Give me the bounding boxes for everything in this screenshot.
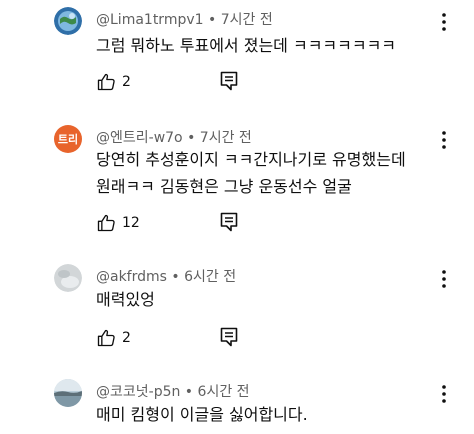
like-count: 2 <box>122 74 131 90</box>
author-name[interactable]: @akfrdms <box>96 269 167 285</box>
comment-line: 매미 킴형이 이글을 싫어합니다. <box>96 405 308 424</box>
comment-line: 그럼 뭐하노 투표에서 졌는데 ㅋㅋㅋㅋㅋㅋㅋ <box>96 36 397 55</box>
timestamp[interactable]: 7시간 전 <box>221 12 273 28</box>
grey-photo-avatar-icon <box>54 264 82 292</box>
reply-comment-icon <box>220 212 238 232</box>
avatar[interactable]: 트리 <box>54 125 82 153</box>
like-button[interactable]: 12 <box>96 213 142 233</box>
comment-text: 그럼 뭐하노 투표에서 졌는데 ㅋㅋㅋㅋㅋㅋㅋ <box>96 32 396 59</box>
comment-actions: 12 <box>96 211 436 235</box>
comment-line: 당연히 추성훈이지 ㅋㅋ간지나기로 유명했는데 <box>96 150 406 169</box>
reply-button[interactable] <box>219 326 239 352</box>
more-vert-icon[interactable] <box>438 383 450 405</box>
like-button[interactable]: 2 <box>96 328 142 348</box>
comment-actions: 2 <box>96 326 436 350</box>
avatar[interactable] <box>54 379 82 407</box>
author-name[interactable]: @Lima1trmpv1 <box>96 12 204 28</box>
like-count: 12 <box>122 215 140 231</box>
author-name[interactable]: @코코넛-p5n <box>96 384 180 400</box>
meta-separator: • <box>182 130 200 146</box>
comment-text: 매력있엉 <box>96 286 155 313</box>
thumbs-up-icon <box>97 73 115 91</box>
reply-button[interactable] <box>219 211 239 237</box>
meta-separator: • <box>203 12 221 28</box>
like-count: 2 <box>122 330 131 346</box>
reply-comment-icon <box>220 71 238 91</box>
comment-meta: @코코넛-p5n • 6시간 전 <box>96 381 250 401</box>
timestamp[interactable]: 6시간 전 <box>184 269 236 285</box>
comment-actions: 2 <box>96 70 436 94</box>
landscape-photo-avatar-icon <box>54 379 82 407</box>
comment-1: @Lima1trmpv1 • 7시간 전 그럼 뭐하노 투표에서 졌는데 ㅋㅋㅋ… <box>0 0 474 110</box>
comment-text: 매미 킴형이 이글을 싫어합니다. <box>96 401 308 428</box>
meta-separator: • <box>180 384 198 400</box>
thumbs-up-icon <box>97 214 115 232</box>
comment-line: 매력있엉 <box>96 290 155 309</box>
comment-2: 트리 @엔트리-w7o • 7시간 전 당연히 추성훈이지 ㅋㅋ간지나기로 유명… <box>0 118 474 253</box>
author-name[interactable]: @엔트리-w7o <box>96 130 183 146</box>
more-vert-icon[interactable] <box>438 11 450 33</box>
timestamp[interactable]: 6시간 전 <box>198 384 250 400</box>
comment-meta: @akfrdms • 6시간 전 <box>96 266 236 286</box>
reply-comment-icon <box>220 327 238 347</box>
reply-button[interactable] <box>219 70 239 96</box>
thumbs-up-icon <box>97 329 115 347</box>
comment-3: @akfrdms • 6시간 전 매력있엉 2 <box>0 258 474 368</box>
avatar-initials: 트리 <box>57 133 79 146</box>
comment-meta: @엔트리-w7o • 7시간 전 <box>96 127 252 147</box>
like-button[interactable]: 2 <box>96 72 142 92</box>
more-vert-icon[interactable] <box>438 129 450 151</box>
more-vert-icon[interactable] <box>438 268 450 290</box>
avatar[interactable] <box>54 264 82 292</box>
timestamp[interactable]: 7시간 전 <box>200 130 252 146</box>
globe-photo-avatar-icon <box>54 7 82 35</box>
avatar[interactable] <box>54 7 82 35</box>
comment-line: 원래ㅋㅋ 김동현은 그냥 운동선수 얼굴 <box>96 177 352 196</box>
comment-meta: @Lima1trmpv1 • 7시간 전 <box>96 9 273 29</box>
comment-4: @코코넛-p5n • 6시간 전 매미 킴형이 이글을 싫어합니다. <box>0 372 474 434</box>
meta-separator: • <box>166 269 185 285</box>
comment-text: 당연히 추성훈이지 ㅋㅋ간지나기로 유명했는데 원래ㅋㅋ 김동현은 그냥 운동선… <box>96 146 406 200</box>
